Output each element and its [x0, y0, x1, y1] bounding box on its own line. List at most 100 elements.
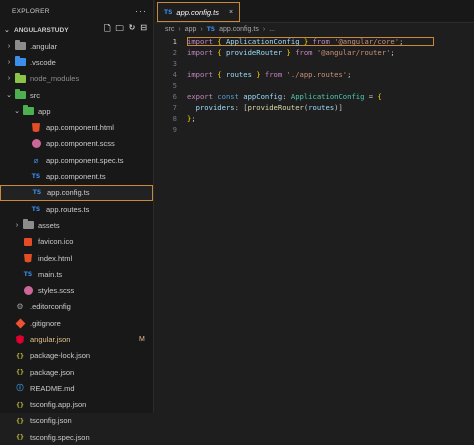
tree-file[interactable]: styles.scss: [0, 282, 153, 298]
close-icon[interactable]: ×: [229, 9, 233, 16]
json-icon: {}: [16, 368, 24, 377]
chevron-right-icon: ›: [7, 42, 11, 50]
typescript-icon: TS: [32, 189, 42, 197]
breadcrumb-src[interactable]: src: [165, 26, 174, 33]
tree-item-label: assets: [38, 220, 60, 230]
tree-file[interactable]: {} tsconfig.json: [0, 413, 153, 429]
tree-file[interactable]: {} tsconfig.app.json: [0, 397, 153, 413]
tree-file[interactable]: .gitignore: [0, 315, 153, 331]
tree-item-label: main.ts: [38, 269, 63, 279]
code-line[interactable]: 8};: [155, 113, 474, 124]
chevron-right-icon: ›: [200, 26, 203, 33]
code-token: routes: [225, 70, 252, 79]
json-icon: {}: [16, 351, 24, 360]
tree-item-label: index.html: [38, 253, 73, 263]
line-number: 9: [172, 125, 177, 134]
code-token: ;: [390, 48, 395, 57]
tree-item-label: favicon.ico: [38, 237, 74, 247]
line-content: import { ApplicationConfig } from '@angu…: [187, 37, 434, 46]
code-line[interactable]: 6 export const appConfig: ApplicationConf…: [155, 91, 474, 102]
vscode-window: EXPLORER ··· ⌄ ANGULARSTUDY 🗋 🗀 ↻ ⊟ › .an…: [0, 0, 474, 442]
folder-icon: [14, 56, 26, 67]
tree-file[interactable]: ⚙ .editorconfig: [0, 299, 153, 315]
tree-item-label: package.json: [30, 367, 75, 377]
project-name: ANGULARSTUDY: [14, 26, 69, 34]
new-file-icon[interactable]: 🗋: [104, 23, 110, 37]
code-token: appConfig: [243, 92, 283, 101]
code-editor[interactable]: 1 import { ApplicationConfig } from '@ang…: [155, 36, 474, 135]
tree-folder[interactable]: ⌄ app: [0, 103, 153, 119]
chevron-down-icon: ⌄: [14, 108, 20, 116]
tab-app-config[interactable]: TS app.config.ts ×: [157, 2, 241, 22]
code-token: :: [282, 92, 291, 101]
code-token: ApplicationConfig: [225, 37, 300, 46]
code-line[interactable]: 5: [155, 80, 474, 91]
tree-item-label: .gitignore: [30, 318, 61, 328]
tree-file[interactable]: {} package.json: [0, 364, 153, 380]
line-number: 5: [172, 81, 177, 90]
html-icon: [22, 253, 34, 263]
tree-item-label: styles.scss: [38, 286, 75, 296]
code-token: provideRouter: [247, 103, 304, 112]
tree-file[interactable]: app.component.scss: [0, 136, 153, 152]
tree-folder[interactable]: › .angular: [0, 38, 153, 54]
tree-file[interactable]: {} tsconfig.spec.json: [0, 429, 153, 445]
code-line[interactable]: 1 import { ApplicationConfig } from '@ang…: [155, 36, 474, 47]
tree-file[interactable]: app.component.html: [0, 119, 153, 135]
code-token: from: [295, 48, 313, 57]
new-folder-icon[interactable]: 🗀: [116, 23, 124, 37]
tree-item-label: app.component.html: [46, 123, 114, 133]
collapse-all-icon[interactable]: ⊟: [140, 23, 147, 37]
tree-folder[interactable]: › node_modules: [0, 71, 153, 87]
line-content: };: [187, 114, 474, 123]
refresh-icon[interactable]: ↻: [129, 23, 136, 37]
explorer-sidebar: EXPLORER ··· ⌄ ANGULARSTUDY 🗋 🗀 ↻ ⊟ › .an…: [0, 0, 154, 442]
ellipsis-icon[interactable]: ···: [135, 6, 147, 16]
breadcrumb-app[interactable]: app: [185, 26, 197, 33]
tree-item-label: src: [30, 90, 40, 100]
tree-file[interactable]: angular.json M: [0, 331, 153, 347]
code-line[interactable]: 7 providers: [provideRouter(routes)]: [155, 102, 474, 113]
line-number: 2: [172, 48, 177, 57]
code-line[interactable]: 2 import { provideRouter } from '@angular…: [155, 47, 474, 58]
tree-file[interactable]: TS main.ts: [0, 266, 153, 282]
json-icon: {}: [16, 400, 24, 409]
code-token: routes: [308, 103, 335, 112]
angular-icon: [14, 334, 26, 344]
tree-item-label: package-lock.json: [30, 351, 91, 361]
tree-file[interactable]: index.html: [0, 250, 153, 266]
explorer-toolbar: 🗋 🗀 ↻ ⊟: [104, 23, 153, 37]
tree-folder[interactable]: › .vscode: [0, 54, 153, 70]
tree-file[interactable]: TS app.routes.ts: [0, 201, 153, 217]
tree-file[interactable]: favicon.ico: [0, 234, 153, 250]
line-content: export const appConfig: ApplicationConfi…: [187, 92, 474, 101]
tree-file[interactable]: TS app.component.ts: [0, 168, 153, 184]
tree-item-label: app.component.spec.ts: [46, 155, 124, 165]
breadcrumb-more[interactable]: ...: [269, 26, 275, 33]
folder-icon: [22, 105, 34, 116]
tree-file[interactable]: ⌀ app.component.spec.ts: [0, 152, 153, 168]
folder-icon: [22, 219, 34, 230]
code-line[interactable]: 4 import { routes } from './app.routes';: [155, 69, 474, 80]
tree-folder[interactable]: › assets: [0, 217, 153, 233]
line-number: 1: [172, 37, 177, 46]
line-content: import { provideRouter } from '@angular/…: [187, 48, 474, 57]
project-root[interactable]: ⌄ ANGULARSTUDY 🗋 🗀 ↻ ⊟: [0, 22, 153, 38]
tree-file[interactable]: {} package-lock.json: [0, 348, 153, 364]
tree-item-label: app.component.ts: [46, 172, 106, 182]
chevron-right-icon: ›: [7, 75, 11, 83]
code-token: ]: [338, 103, 343, 112]
tree-item-label: .editorconfig: [30, 302, 71, 312]
test-file-icon: ⌀: [33, 155, 39, 165]
code-token: import: [187, 37, 213, 46]
tree-file[interactable]: ⓘ README.md: [0, 380, 153, 396]
tree-file[interactable]: TS app.config.ts: [0, 184, 153, 201]
breadcrumb-file[interactable]: app.config.ts: [219, 26, 259, 33]
breadcrumb: src › app › TS app.config.ts › ...: [155, 23, 474, 36]
code-token: const: [217, 92, 239, 101]
code-token: ApplicationConfig: [290, 92, 365, 101]
code-line[interactable]: 3: [155, 58, 474, 69]
code-line[interactable]: 9: [155, 124, 474, 135]
tree-folder[interactable]: ⌄ src: [0, 87, 153, 103]
